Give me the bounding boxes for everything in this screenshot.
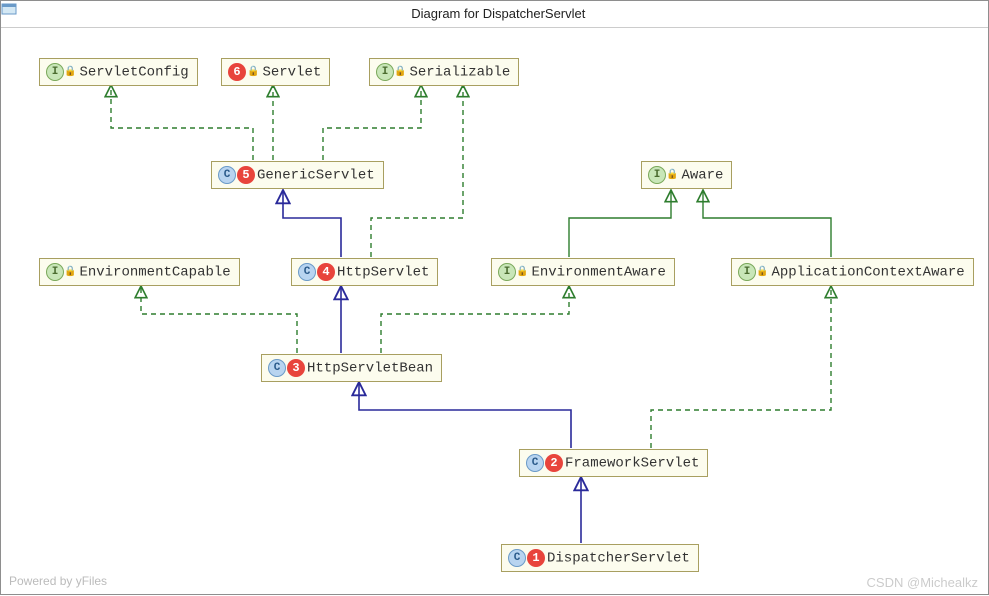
class-icon: C bbox=[218, 166, 236, 184]
badge-number: 3 bbox=[287, 359, 305, 377]
interface-icon: I bbox=[46, 263, 64, 281]
class-icon: C bbox=[268, 359, 286, 377]
title-bar: Diagram for DispatcherServlet bbox=[1, 1, 988, 28]
node-env-capable[interactable]: I🔒EnvironmentCapable bbox=[39, 258, 240, 286]
diagram-frame: Diagram for DispatcherServlet bbox=[0, 0, 989, 595]
node-dispatcher-servlet[interactable]: C1DispatcherServlet bbox=[501, 544, 699, 572]
badge-number: 2 bbox=[545, 454, 563, 472]
interface-icon: I bbox=[648, 166, 666, 184]
label: DispatcherServlet bbox=[547, 551, 690, 567]
label: Serializable bbox=[409, 65, 510, 81]
class-icon: C bbox=[526, 454, 544, 472]
label: Aware bbox=[681, 168, 723, 184]
class-icon: C bbox=[508, 549, 526, 567]
node-http-servlet[interactable]: C4HttpServlet bbox=[291, 258, 438, 286]
badge-number: 1 bbox=[527, 549, 545, 567]
lock-icon: 🔒 bbox=[247, 66, 259, 78]
interface-icon: I bbox=[376, 63, 394, 81]
lock-icon: 🔒 bbox=[516, 266, 528, 278]
title-text: Diagram for DispatcherServlet bbox=[411, 6, 585, 21]
label: HttpServlet bbox=[337, 265, 429, 281]
interface-icon: I bbox=[498, 263, 516, 281]
lock-icon: 🔒 bbox=[64, 266, 76, 278]
lock-icon: 🔒 bbox=[394, 66, 406, 78]
badge-number: 5 bbox=[237, 166, 255, 184]
label: ApplicationContextAware bbox=[771, 265, 964, 281]
interface-icon: I bbox=[46, 63, 64, 81]
label: EnvironmentAware bbox=[531, 265, 665, 281]
label: FrameworkServlet bbox=[565, 456, 699, 472]
interface-icon: I bbox=[738, 263, 756, 281]
node-aware[interactable]: I🔒Aware bbox=[641, 161, 732, 189]
edges-layer bbox=[1, 28, 989, 596]
node-servlet[interactable]: 6🔒Servlet bbox=[221, 58, 330, 86]
label: ServletConfig bbox=[79, 65, 188, 81]
label: HttpServletBean bbox=[307, 361, 433, 377]
node-servlet-config[interactable]: I🔒ServletConfig bbox=[39, 58, 198, 86]
lock-icon: 🔒 bbox=[756, 266, 768, 278]
node-framework-servlet[interactable]: C2FrameworkServlet bbox=[519, 449, 708, 477]
badge-number: 6 bbox=[228, 63, 246, 81]
label: Servlet bbox=[262, 65, 321, 81]
watermark: CSDN @Michealkz bbox=[867, 575, 978, 590]
node-serializable[interactable]: I🔒Serializable bbox=[369, 58, 519, 86]
node-generic-servlet[interactable]: C5GenericServlet bbox=[211, 161, 384, 189]
label: GenericServlet bbox=[257, 168, 375, 184]
lock-icon: 🔒 bbox=[64, 66, 76, 78]
label: EnvironmentCapable bbox=[79, 265, 230, 281]
node-http-servlet-bean[interactable]: C3HttpServletBean bbox=[261, 354, 442, 382]
node-env-aware[interactable]: I🔒EnvironmentAware bbox=[491, 258, 675, 286]
lock-icon: 🔒 bbox=[666, 169, 678, 181]
node-app-ctx-aware[interactable]: I🔒ApplicationContextAware bbox=[731, 258, 974, 286]
class-icon: C bbox=[298, 263, 316, 281]
badge-number: 4 bbox=[317, 263, 335, 281]
powered-by: Powered by yFiles bbox=[9, 574, 107, 588]
canvas: I🔒ServletConfig 6🔒Servlet I🔒Serializable… bbox=[1, 28, 988, 594]
